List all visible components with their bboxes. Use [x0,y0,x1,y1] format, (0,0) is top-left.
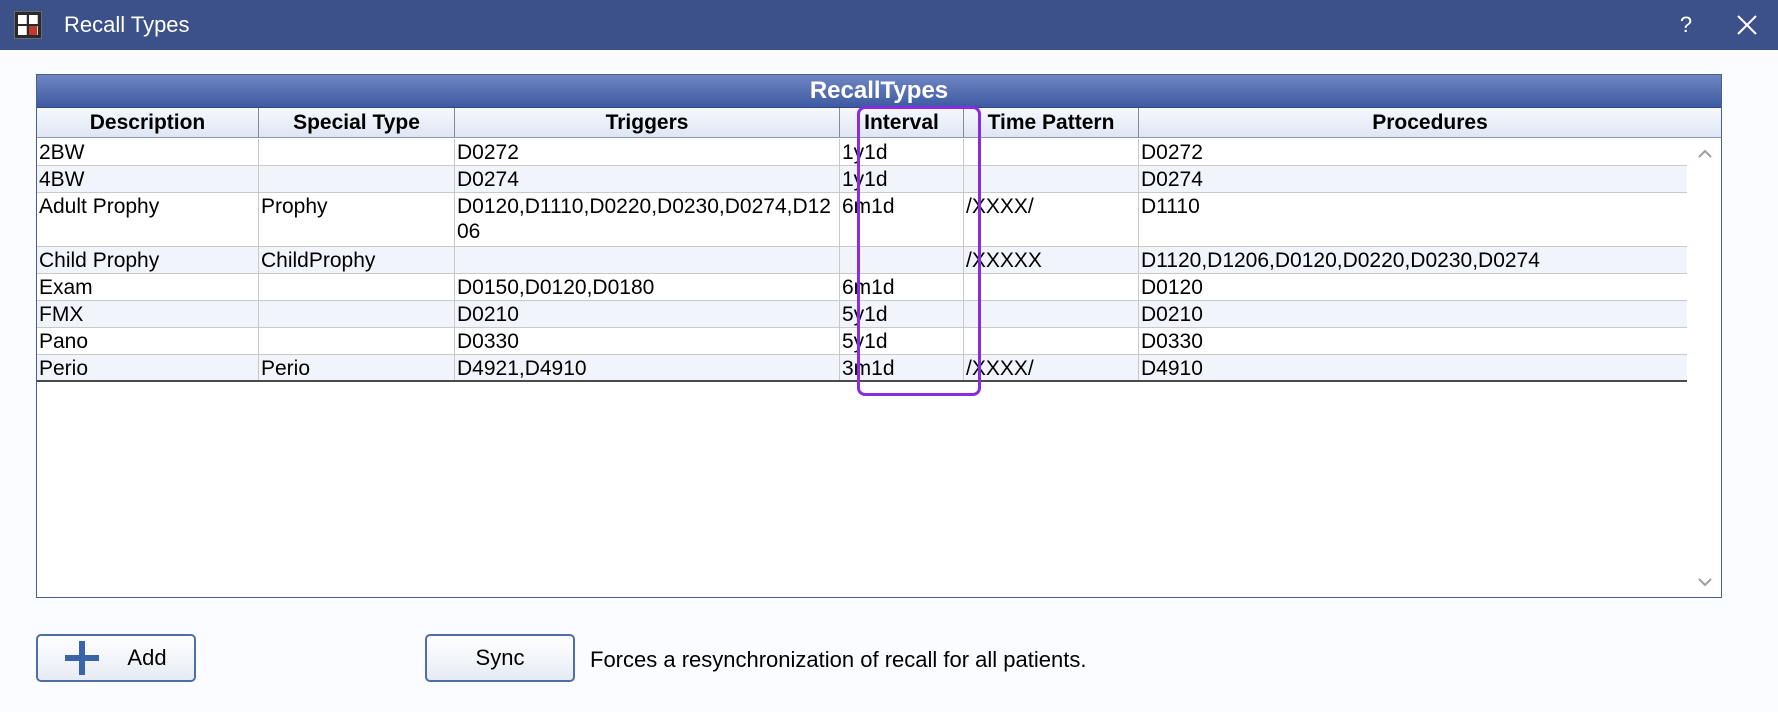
app-icon [14,11,42,39]
cell-special-type [259,328,455,354]
cell-description: Adult Prophy [37,193,259,246]
cell-triggers: D0150,D0120,D0180 [455,274,840,300]
cell-interval: 6m1d [840,274,964,300]
cell-time-pattern [964,301,1139,327]
cell-procedures: D0274 [1141,168,1203,191]
cell-triggers: D4921,D4910 [455,355,840,380]
table-row[interactable]: Pano D0330 5y1d D0330 [37,328,1687,355]
cell-special-type [259,166,455,192]
cell-time-pattern [964,166,1139,192]
column-header-procedures[interactable]: Procedures [1139,108,1721,137]
column-header-interval[interactable]: Interval [840,108,964,137]
cell-procedures: D0330 [1141,330,1203,353]
cell-time-pattern: /XXXX/ [964,355,1139,380]
plus-icon [65,641,100,675]
window-title: Recall Types [64,12,190,37]
column-header-description[interactable]: Description [37,108,259,137]
cell-time-pattern: /XXXXX [964,247,1139,273]
cell-description: Exam [37,274,259,300]
cell-time-pattern [964,274,1139,300]
cell-description: FMX [37,301,259,327]
cell-special-type: Prophy [259,193,455,246]
column-header-special-type[interactable]: Special Type [259,108,455,137]
grid-header: Description Special Type Triggers Interv… [37,108,1721,138]
column-header-triggers[interactable]: Triggers [455,108,840,137]
cell-interval: 5y1d [840,301,964,327]
scroll-down-button[interactable] [1689,569,1721,595]
close-button[interactable] [1716,0,1778,50]
cell-description: Pano [37,328,259,354]
grid-body: 2BW D0272 1y1d D0272 4BW D0274 1y1d D027… [37,139,1687,463]
cell-description: Child Prophy [37,247,259,273]
scroll-up-button[interactable] [1689,141,1721,167]
help-button[interactable]: ? [1656,12,1716,38]
cell-time-pattern: /XXXX/ [964,193,1139,246]
cell-special-type [259,301,455,327]
cell-triggers: D0272 [455,139,840,165]
cell-time-pattern [964,328,1139,354]
table-row[interactable]: 2BW D0272 1y1d D0272 [37,139,1687,166]
cell-special-type: Perio [259,355,455,380]
chevron-down-icon [1698,578,1712,587]
add-button[interactable]: Add [36,634,196,682]
recall-types-grid[interactable]: RecallTypes Description Special Type Tri… [36,74,1722,598]
cell-special-type [259,139,455,165]
cell-interval: 3m1d [840,355,964,380]
cell-special-type: ChildProphy [259,247,455,273]
cell-triggers: D0120,D1110,D0220,D0230,D0274,D1206 [455,193,840,246]
cell-description: Perio [37,355,259,380]
close-icon [1737,15,1757,35]
cell-interval [840,247,964,273]
cell-procedures: D0210 [1141,303,1203,326]
cell-time-pattern [964,139,1139,165]
cell-interval: 1y1d [840,166,964,192]
title-bar: Recall Types ? [0,0,1778,50]
cell-triggers [455,247,840,273]
sync-description: Forces a resynchronization of recall for… [590,647,1087,672]
cell-triggers: D0210 [455,301,840,327]
cell-interval: 5y1d [840,328,964,354]
cell-description: 4BW [37,166,259,192]
cell-description: 2BW [37,139,259,165]
table-row[interactable]: Perio Perio D4921,D4910 3m1d /XXXX/ D491… [37,355,1687,382]
vertical-scrollbar[interactable] [1689,139,1721,597]
cell-procedures: D1120,D1206,D0120,D0220,D0230,D0274 [1141,249,1540,272]
cell-triggers: D0274 [455,166,840,192]
cell-interval: 6m1d [840,193,964,246]
grid-title: RecallTypes [37,75,1721,108]
cell-procedures: D4910 [1141,357,1203,380]
cell-triggers: D0330 [455,328,840,354]
cell-procedures: D1110 [1141,195,1200,218]
sync-button-label: Sync [475,645,525,670]
cell-procedures: D0120 [1141,276,1203,299]
cell-special-type [259,274,455,300]
sync-button[interactable]: Sync [425,634,575,682]
table-row[interactable]: FMX D0210 5y1d D0210 [37,301,1687,328]
table-row[interactable]: 4BW D0274 1y1d D0274 [37,166,1687,193]
cell-interval: 1y1d [840,139,964,165]
column-header-time-pattern[interactable]: Time Pattern [964,108,1139,137]
table-row[interactable]: Child Prophy ChildProphy /XXXXX D1120,D1… [37,247,1687,274]
cell-procedures: D0272 [1141,141,1203,164]
chevron-up-icon [1698,149,1712,158]
table-row[interactable]: Adult Prophy Prophy D0120,D1110,D0220,D0… [37,193,1687,247]
table-row[interactable]: Exam D0150,D0120,D0180 6m1d D0120 [37,274,1687,301]
add-button-label: Add [127,645,167,670]
title-controls: ? [1656,0,1778,50]
